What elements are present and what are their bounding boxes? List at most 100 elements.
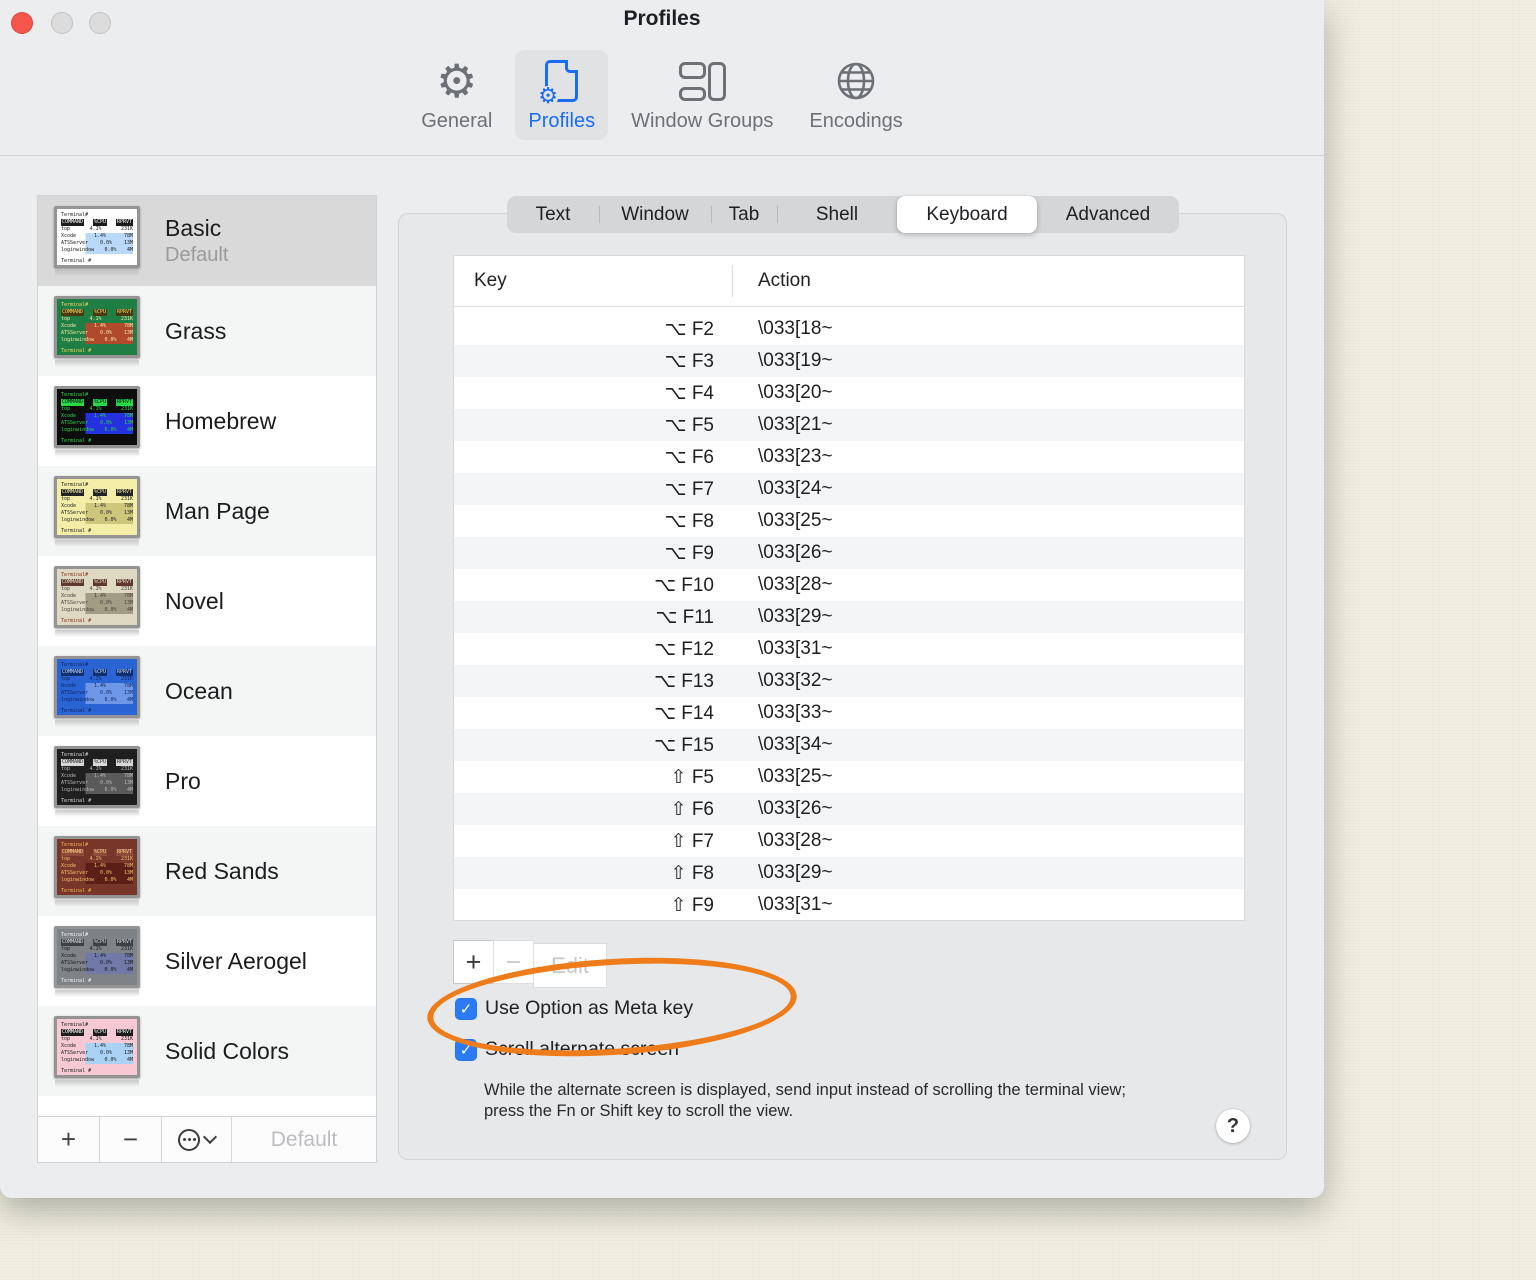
terminal-thumbnail-image: Terminal# COMMAND %CPU RPRVT top 4.1% 231K Xcod… — [54, 925, 140, 988]
action-cell: \033[33~ — [758, 702, 833, 723]
terminal-thumbnail-image: Terminal# COMMAND %CPU RPRVT top 4.1% 231K Xcod… — [54, 835, 140, 898]
gear-icon: ⚙ — [436, 54, 478, 108]
profile-row-man-page[interactable]: Terminal# COMMAND %CPU RPRVT top 4.1% 231K Xcod… — [38, 466, 376, 556]
action-cell: \033[28~ — [758, 574, 833, 595]
action-cell: \033[29~ — [758, 862, 833, 883]
toolbar-item-general[interactable]: ⚙ General — [408, 50, 505, 140]
checkbox-checked[interactable]: ✓ — [455, 1038, 477, 1061]
checkbox-checked[interactable]: ✓ — [455, 997, 477, 1020]
add-key-mapping-button[interactable]: + — [453, 940, 494, 984]
profile-row-ocean[interactable]: Terminal# COMMAND %CPU RPRVT top 4.1% 231K Xcod… — [38, 646, 376, 736]
tab-window[interactable]: Window — [599, 196, 711, 233]
edit-key-mapping-button[interactable]: Edit — [533, 943, 607, 988]
action-cell: \033[21~ — [758, 414, 833, 435]
profile-thumbnail: Terminal# COMMAND %CPU RPRVT top 4.1% 231K Xcod… — [51, 925, 143, 997]
key-mappings-table: Key Action ⌥ F2 \033[18~ ⌥ F3 \033[19~ ⌥ F4 \… — [453, 255, 1245, 921]
profile-default-badge: Default — [165, 244, 229, 266]
profile-name: Solid Colors — [165, 1037, 289, 1064]
profile-name: Novel — [165, 587, 224, 614]
toolbar-item-encodings[interactable]: Encodings — [796, 50, 915, 140]
tab-keyboard[interactable]: Keyboard — [897, 196, 1037, 233]
profile-thumbnail: Terminal# COMMAND %CPU RPRVT top 4.1% 231K Xcod… — [51, 385, 143, 457]
column-header-action[interactable]: Action — [758, 270, 811, 292]
key-mapping-row[interactable]: ⌥ F4 \033[20~ — [454, 377, 1244, 409]
key-mapping-row[interactable]: ⌥ F6 \033[23~ — [454, 441, 1244, 473]
key-mapping-row[interactable]: ⇧ F6 \033[26~ — [454, 793, 1244, 825]
key-cell: ⌥ F4 — [664, 382, 714, 404]
key-mapping-row[interactable]: ⌥ F14 \033[33~ — [454, 697, 1244, 729]
tab-shell[interactable]: Shell — [777, 196, 897, 233]
sidebar-footer: + − Default — [38, 1116, 376, 1162]
key-mapping-row[interactable]: ⌥ F13 \033[32~ — [454, 665, 1244, 697]
key-cell: ⌥ F5 — [664, 414, 714, 436]
tab-text[interactable]: Text — [507, 196, 599, 233]
tab-advanced[interactable]: Advanced — [1037, 196, 1179, 233]
toolbar-item-label: Window Groups — [631, 110, 774, 132]
action-cell: \033[23~ — [758, 446, 833, 467]
column-divider[interactable] — [732, 265, 733, 297]
key-mapping-row[interactable]: ⌥ F3 \033[19~ — [454, 345, 1244, 377]
profile-thumbnail: Terminal# COMMAND %CPU RPRVT top 4.1% 231K Xcod… — [51, 745, 143, 817]
key-mapping-row[interactable]: ⇧ F9 \033[31~ — [454, 889, 1244, 920]
profile-name: Ocean — [165, 677, 233, 704]
key-mapping-row[interactable]: ⇧ F5 \033[25~ — [454, 761, 1244, 793]
add-profile-button[interactable]: + — [38, 1117, 100, 1162]
key-mapping-row[interactable]: ⌥ F12 \033[31~ — [454, 633, 1244, 665]
key-mapping-row[interactable]: ⌥ F11 \033[29~ — [454, 601, 1244, 633]
key-mapping-row[interactable]: ⌥ F8 \033[25~ — [454, 505, 1244, 537]
toolbar-item-profiles[interactable]: ⚙ Profiles — [515, 50, 609, 140]
key-mapping-row[interactable]: ⌥ F15 \033[34~ — [454, 729, 1244, 761]
help-button[interactable]: ? — [1216, 1109, 1250, 1143]
key-cell: ⌥ F2 — [664, 318, 714, 340]
profile-tab-bar: Text Window Tab Shell Keyboard Advanced — [507, 196, 1179, 233]
profile-row-pro[interactable]: Terminal# COMMAND %CPU RPRVT top 4.1% 231K Xcod… — [38, 736, 376, 826]
profile-name: Man Page — [165, 497, 270, 524]
profile-thumbnail: Terminal# COMMAND %CPU RPRVT top 4.1% 231K Xcod… — [51, 1015, 143, 1087]
globe-icon — [834, 56, 878, 106]
thumbnail-reflection — [55, 269, 139, 277]
more-options-button[interactable] — [162, 1117, 232, 1162]
remove-profile-button[interactable]: − — [100, 1117, 162, 1162]
key-mapping-row[interactable]: ⌥ F9 \033[26~ — [454, 537, 1244, 569]
checkbox-row-use-option-as-meta-key[interactable]: ✓ Use Option as Meta key — [455, 997, 693, 1020]
key-cell: ⌥ F8 — [664, 510, 714, 532]
key-mapping-row[interactable]: ⌥ F10 \033[28~ — [454, 569, 1244, 601]
terminal-preferences-window: Profiles ⚙ General ⚙ Profiles Window Groups E… — [0, 0, 1324, 1198]
key-mapping-row[interactable]: ⌥ F5 \033[21~ — [454, 409, 1244, 441]
preferences-toolbar: ⚙ General ⚙ Profiles Window Groups Encodings — [0, 50, 1324, 140]
profile-thumbnail: Terminal# COMMAND %CPU RPRVT top 4.1% 231K Xcod… — [51, 205, 143, 277]
tab-tab[interactable]: Tab — [711, 196, 777, 233]
profile-row-basic[interactable]: Terminal# COMMAND %CPU RPRVT top 4.1% 231K Xcod… — [38, 196, 376, 286]
profile-row-homebrew[interactable]: Terminal# COMMAND %CPU RPRVT top 4.1% 231K Xcod… — [38, 376, 376, 466]
thumbnail-reflection — [55, 359, 139, 367]
column-header-key[interactable]: Key — [474, 270, 507, 292]
key-cell: ⌥ F3 — [664, 350, 714, 372]
profile-row-solid-colors[interactable]: Terminal# COMMAND %CPU RPRVT top 4.1% 231K Xcod… — [38, 1006, 376, 1096]
profile-row-novel[interactable]: Terminal# COMMAND %CPU RPRVT top 4.1% 231K Xcod… — [38, 556, 376, 646]
profile-thumbnail: Terminal# COMMAND %CPU RPRVT top 4.1% 231K Xcod… — [51, 295, 143, 367]
table-body: ⌥ F2 \033[18~ ⌥ F3 \033[19~ ⌥ F4 \033[20~ ⌥ F5… — [454, 307, 1244, 920]
key-mapping-row[interactable]: ⌥ F7 \033[24~ — [454, 473, 1244, 505]
profile-thumbnail: Terminal# COMMAND %CPU RPRVT top 4.1% 231K Xcod… — [51, 835, 143, 907]
profile-row-red-sands[interactable]: Terminal# COMMAND %CPU RPRVT top 4.1% 231K Xcod… — [38, 826, 376, 916]
set-default-button[interactable]: Default — [232, 1117, 376, 1162]
key-mapping-row[interactable]: ⌥ F2 \033[18~ — [454, 313, 1244, 345]
toolbar-divider — [0, 155, 1324, 156]
toolbar-item-window-groups[interactable]: Window Groups — [618, 50, 786, 140]
terminal-thumbnail-image: Terminal# COMMAND %CPU RPRVT top 4.1% 231K Xcod… — [54, 565, 140, 628]
key-mapping-row[interactable]: ⇧ F8 \033[29~ — [454, 857, 1244, 889]
scroll-alternate-help-text: While the alternate screen is displayed,… — [484, 1081, 1127, 1120]
toolbar-item-label: General — [421, 110, 493, 132]
thumbnail-reflection — [55, 629, 139, 637]
checkbox-row-scroll-alternate-screen[interactable]: ✓ Scroll alternate screen — [455, 1038, 679, 1061]
remove-key-mapping-button[interactable]: − — [493, 940, 534, 984]
terminal-thumbnail-image: Terminal# COMMAND %CPU RPRVT top 4.1% 231K Xcod… — [54, 205, 140, 268]
key-mapping-row[interactable]: ⇧ F7 \033[28~ — [454, 825, 1244, 857]
checkbox-label: Scroll alternate screen — [485, 1038, 680, 1060]
profile-row-silver-aerogel[interactable]: Terminal# COMMAND %CPU RPRVT top 4.1% 231K Xcod… — [38, 916, 376, 1006]
profile-thumbnail: Terminal# COMMAND %CPU RPRVT top 4.1% 231K Xcod… — [51, 565, 143, 637]
profile-thumbnail: Terminal# COMMAND %CPU RPRVT top 4.1% 231K Xcod… — [51, 475, 143, 547]
key-cell: ⌥ F10 — [654, 574, 714, 596]
profile-row-grass[interactable]: Terminal# COMMAND %CPU RPRVT top 4.1% 231K Xcod… — [38, 286, 376, 376]
toolbar-item-label: Profiles — [528, 110, 596, 132]
